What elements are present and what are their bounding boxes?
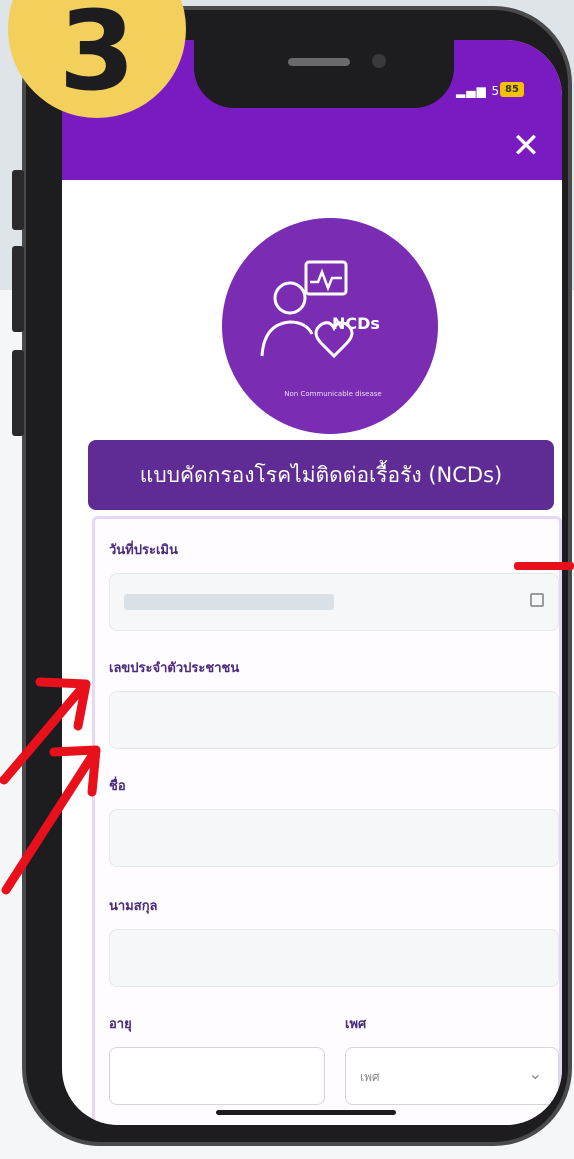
phone-side-button — [12, 350, 24, 436]
step-number: 3 — [58, 0, 136, 115]
step-badge: 3 — [8, 0, 186, 118]
chevron-down-icon: ⌄ — [528, 1064, 542, 1083]
sex-label: เพศ — [345, 1017, 367, 1032]
age-input[interactable] — [109, 1047, 325, 1105]
first-name-input[interactable] — [109, 809, 559, 867]
assessment-date-input[interactable] — [109, 573, 559, 631]
phone-side-button — [12, 170, 24, 230]
assessment-date-label: วันที่ประเมิน — [109, 543, 178, 558]
form-title: แบบคัดกรองโรคไม่ติดต่อเรื้อรัง (NCDs) — [88, 440, 554, 510]
battery-icon: 85 — [500, 82, 524, 97]
last-name-input[interactable] — [109, 929, 559, 987]
home-indicator[interactable] — [216, 1110, 396, 1115]
age-label: อายุ — [109, 1017, 132, 1032]
sex-select-value: เพศ — [360, 1070, 380, 1084]
logo-subtitle: Non Communicable disease — [284, 390, 382, 398]
calendar-icon[interactable] — [530, 593, 544, 607]
screening-form: วันที่ประเมิน เลขประจำตัวประชาชน ชื่อ นา… — [92, 516, 562, 1125]
close-button[interactable]: ✕ — [508, 128, 544, 164]
phone-screen: ▂▄▆ 5G 85 ✕ NCDs Non Communicable diseas… — [62, 40, 562, 1125]
phone-frame: ▂▄▆ 5G 85 ✕ NCDs Non Communicable diseas… — [12, 6, 572, 1146]
assessment-date-value — [124, 594, 334, 610]
phone-side-button — [12, 246, 24, 332]
annotation-arrows — [0, 677, 101, 895]
annotation-pointer-mark — [514, 562, 574, 570]
speaker-grille — [288, 58, 350, 66]
phone-notch — [194, 40, 454, 108]
logo-ncds-text: NCDs — [332, 314, 380, 333]
front-camera — [372, 54, 386, 68]
sex-select[interactable]: เพศ ⌄ — [345, 1047, 559, 1105]
ncds-logo: NCDs Non Communicable disease — [222, 218, 438, 434]
citizen-id-input[interactable] — [109, 691, 559, 749]
patient-monitor-icon — [260, 260, 354, 359]
